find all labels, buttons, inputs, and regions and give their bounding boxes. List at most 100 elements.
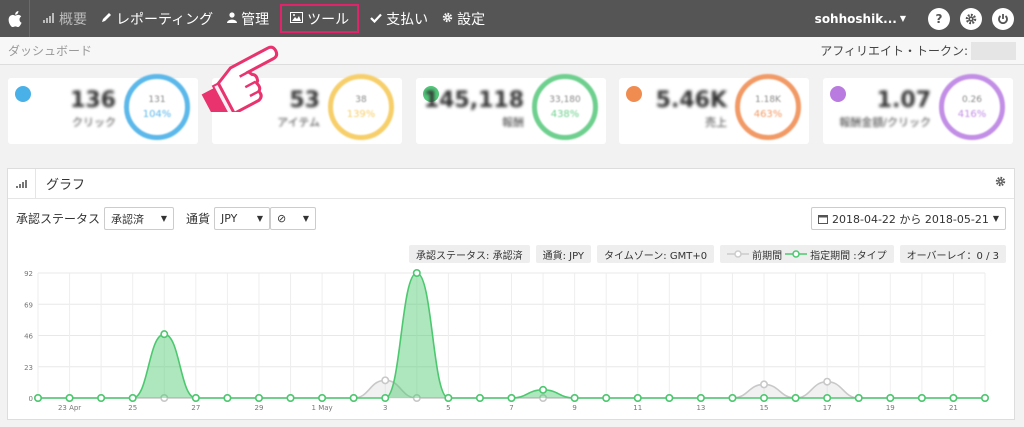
- x-tick-label: 23 Apr: [58, 404, 81, 412]
- current-period-point[interactable]: [791, 394, 800, 403]
- previous-period-point[interactable]: [760, 380, 769, 389]
- stat-card[interactable]: 145,118 報酬 33,180 438%: [416, 74, 606, 144]
- nav-tools[interactable]: ツール: [276, 0, 363, 37]
- status-select[interactable]: 承認済 ▼: [104, 207, 175, 230]
- apple-logo-icon[interactable]: [0, 0, 30, 37]
- nav-reporting[interactable]: レポーティング: [94, 0, 220, 37]
- power-icon: [998, 14, 1008, 25]
- current-period-point[interactable]: [886, 394, 895, 403]
- status-select-value: 承認済: [111, 212, 145, 226]
- nav-payments[interactable]: 支払い: [363, 0, 435, 37]
- current-period-point[interactable]: [665, 394, 674, 403]
- current-period-point[interactable]: [160, 330, 169, 339]
- help-button[interactable]: ?: [928, 8, 950, 30]
- gear-icon: [965, 13, 977, 25]
- currency-select[interactable]: JPY ▼: [214, 207, 271, 230]
- nav-management[interactable]: 管理: [220, 0, 276, 37]
- settings-button[interactable]: [960, 8, 982, 30]
- stat-ring-percent: 463%: [753, 108, 783, 120]
- y-tick-label: 0: [29, 395, 33, 403]
- caret-down-icon: ▼: [302, 214, 310, 223]
- stat-card[interactable]: 136 クリック 131 104%: [8, 74, 198, 144]
- stat-value: 53: [289, 88, 320, 113]
- previous-period-point[interactable]: [823, 377, 832, 386]
- current-period-point[interactable]: [760, 394, 769, 403]
- currency-pill: 通貨: JPY: [535, 245, 591, 263]
- nav-payments-label: 支払い: [386, 11, 429, 28]
- stat-label: 報酬金額/クリック: [839, 116, 931, 129]
- pencil-icon: [101, 12, 112, 26]
- current-period-point[interactable]: [570, 394, 579, 403]
- current-period-point[interactable]: [602, 394, 611, 403]
- graph-panel: グラフ 承認ステータス 承認済 ▼ 通貨 JPY ▼ ⊘ ▼ 2018-04-2…: [7, 168, 1015, 420]
- stat-ring-previous: 38: [355, 94, 367, 105]
- overlay-pill[interactable]: オーバーレイ：0 / 3: [899, 245, 1006, 263]
- x-tick-label: 3: [383, 404, 387, 412]
- current-period-point[interactable]: [97, 394, 106, 403]
- extra-select[interactable]: ⊘ ▼: [270, 207, 317, 230]
- calendar-icon: [817, 214, 828, 224]
- previous-period-legend-icon: [727, 250, 750, 258]
- legend-pill[interactable]: 前期間 指定期間 :タイプ: [720, 245, 894, 263]
- current-period-point[interactable]: [65, 394, 74, 403]
- currency-pill-text: 通貨: JPY: [542, 250, 584, 262]
- current-period-point[interactable]: [254, 394, 263, 403]
- current-period-point[interactable]: [917, 394, 926, 403]
- x-tick-label: 19: [886, 404, 895, 412]
- logout-button[interactable]: [992, 8, 1014, 30]
- affiliate-token-label: アフィリエイト・トークン:: [820, 44, 968, 58]
- user-menu[interactable]: sohhoshik... ▼: [815, 0, 906, 37]
- x-tick-label: 5: [446, 404, 450, 412]
- current-period-point[interactable]: [949, 394, 958, 403]
- graph-settings-icon[interactable]: [995, 176, 1006, 190]
- current-period-point[interactable]: [823, 394, 832, 403]
- stat-ring: 1.18K 463%: [735, 74, 801, 140]
- current-period-point[interactable]: [728, 394, 737, 403]
- date-range-picker[interactable]: 2018-04-22 から 2018-05-21 ▼: [810, 207, 1006, 230]
- image-icon: [290, 11, 304, 26]
- nav-settings[interactable]: 設定: [435, 0, 492, 37]
- stat-badge-icon: [15, 86, 31, 102]
- stat-card[interactable]: 1.07 報酬金額/クリック 0.26 416%: [823, 74, 1013, 144]
- nav-overview[interactable]: 概要: [36, 0, 94, 37]
- x-tick-label: 25: [128, 404, 137, 412]
- pointing-hand-icon: [201, 45, 279, 112]
- stat-ring-previous: 131: [148, 94, 166, 105]
- bar-chart-icon: [8, 168, 36, 199]
- current-period-point[interactable]: [539, 385, 548, 394]
- x-tick-label: 27: [191, 404, 200, 412]
- current-period-point[interactable]: [223, 394, 232, 403]
- current-period-point[interactable]: [412, 269, 421, 278]
- affiliate-token-value[interactable]: [971, 41, 1016, 60]
- previous-period-point[interactable]: [381, 376, 390, 385]
- caret-down-icon: ▼: [160, 214, 168, 223]
- current-period-point[interactable]: [444, 394, 453, 403]
- current-period-point[interactable]: [507, 394, 516, 403]
- stat-value: 1.07: [876, 88, 931, 113]
- current-period-point[interactable]: [980, 394, 989, 403]
- current-period-point[interactable]: [349, 394, 358, 403]
- stat-value: 5.46K: [655, 88, 727, 113]
- current-period-point[interactable]: [633, 394, 642, 403]
- current-period-point[interactable]: [854, 394, 863, 403]
- bar-chart-icon: [43, 12, 55, 26]
- question-icon: ?: [935, 12, 943, 26]
- stat-card[interactable]: 5.46K 売上 1.18K 463%: [619, 74, 809, 144]
- current-period-point[interactable]: [318, 394, 327, 403]
- current-period-label: 指定期間 :タイプ: [810, 250, 887, 262]
- stat-label: アイテム: [277, 116, 320, 129]
- x-tick-label: 9: [572, 404, 576, 412]
- current-period-point[interactable]: [696, 394, 705, 403]
- currency-select-value: JPY: [221, 212, 238, 225]
- current-period-point[interactable]: [475, 394, 484, 403]
- x-tick-label: 17: [823, 404, 832, 412]
- stat-ring-previous: 1.18K: [755, 94, 781, 105]
- current-period-point[interactable]: [381, 394, 390, 403]
- current-period-point[interactable]: [191, 394, 200, 403]
- stat-label: 売上: [705, 116, 727, 129]
- current-period-point[interactable]: [33, 394, 42, 403]
- current-period-point[interactable]: [286, 394, 295, 403]
- x-tick-label: 7: [509, 404, 513, 412]
- current-period-point[interactable]: [128, 394, 137, 403]
- no-filter-icon: ⊘: [277, 212, 287, 225]
